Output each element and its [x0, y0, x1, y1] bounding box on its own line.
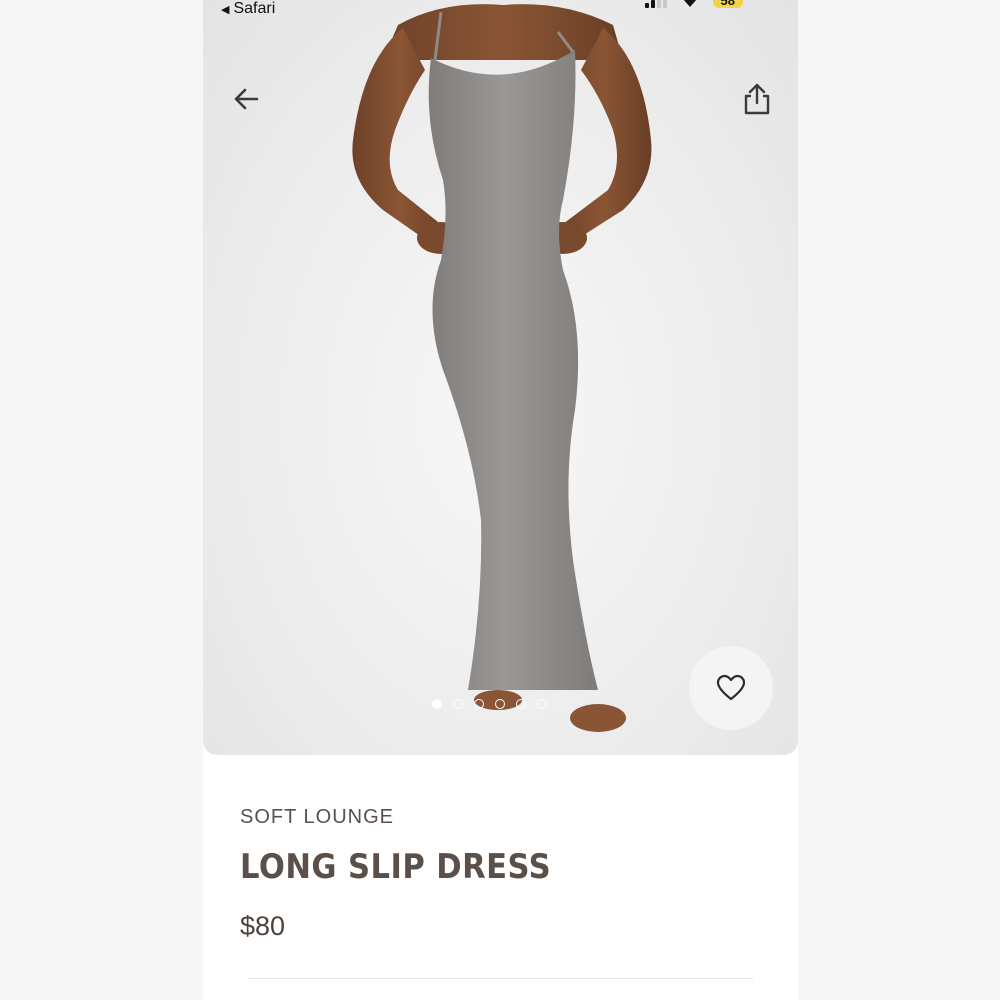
favorite-button[interactable]	[689, 646, 773, 730]
share-icon[interactable]	[742, 82, 772, 116]
status-bar: ◀ Safari 58	[203, 0, 798, 22]
app-screen: ◀ Safari 58 SOFT LOUNGE LONG SLIP DRESS …	[203, 0, 798, 1000]
back-app-label: Safari	[233, 0, 276, 17]
back-arrow-icon[interactable]	[231, 84, 261, 114]
product-collection: SOFT LOUNGE	[240, 806, 394, 828]
cellular-signal-icon	[644, 0, 667, 8]
back-to-app-link[interactable]: ◀ Safari	[221, 0, 275, 18]
product-price: $80	[240, 911, 286, 941]
product-title: LONG SLIP DRESS	[240, 847, 552, 887]
heart-icon	[716, 674, 746, 701]
back-triangle-icon: ◀	[221, 3, 230, 16]
carousel-indicator	[432, 699, 547, 709]
model-in-dress-image	[352, 4, 652, 732]
carousel-dot[interactable]	[516, 699, 526, 709]
carousel-dot[interactable]	[474, 699, 484, 709]
wifi-icon	[683, 0, 696, 7]
product-info: SOFT LOUNGE LONG SLIP DRESS $80	[240, 806, 768, 942]
status-icons: 58	[644, 0, 743, 8]
carousel-dot[interactable]	[453, 699, 463, 709]
battery-indicator: 58	[712, 0, 743, 8]
carousel-dot[interactable]	[537, 699, 547, 709]
divider	[248, 978, 753, 979]
battery-level: 58	[720, 0, 735, 8]
carousel-dot[interactable]	[495, 699, 505, 709]
product-image-gallery[interactable]	[203, 0, 798, 755]
carousel-dot[interactable]	[432, 699, 442, 709]
